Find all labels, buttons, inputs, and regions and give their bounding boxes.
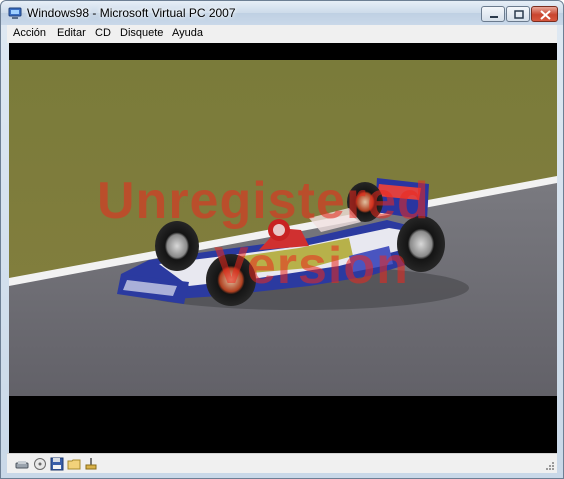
title-bar[interactable]: Windows98 - Microsoft Virtual PC 2007 [1,1,563,25]
window-title: Windows98 - Microsoft Virtual PC 2007 [27,6,236,20]
minimize-button[interactable] [481,6,505,22]
minimize-icon [490,16,498,18]
virtual-pc-app-icon[interactable] [8,6,22,20]
racing-game-scene [9,60,557,396]
status-bar [7,453,557,473]
floppy-icon[interactable] [50,457,64,471]
guest-display[interactable]: Unregistered Version [9,43,557,453]
menu-cd[interactable]: CD [95,27,111,39]
shared-folder-icon[interactable] [67,457,81,471]
resize-grip[interactable] [545,460,555,470]
front-tire-near [206,254,256,306]
menu-ayuda[interactable]: Ayuda [172,27,203,39]
menu-disquete[interactable]: Disquete [120,27,163,39]
maximize-button[interactable] [506,6,530,22]
rear-tire-near [397,216,445,272]
menu-bar: Acción Editar CD Disquete Ayuda [7,25,557,43]
vpc-window: Windows98 - Microsoft Virtual PC 2007 Ac… [0,0,564,479]
hard-disk-icon[interactable] [15,457,29,471]
menu-editar[interactable]: Editar [57,27,86,39]
close-button[interactable] [531,6,558,22]
front-tire-far [155,221,199,271]
close-icon [540,10,551,20]
cd-drive-icon[interactable] [33,457,47,471]
maximize-icon [514,10,524,19]
menu-accion[interactable]: Acción [13,27,46,39]
network-icon[interactable] [84,457,98,471]
